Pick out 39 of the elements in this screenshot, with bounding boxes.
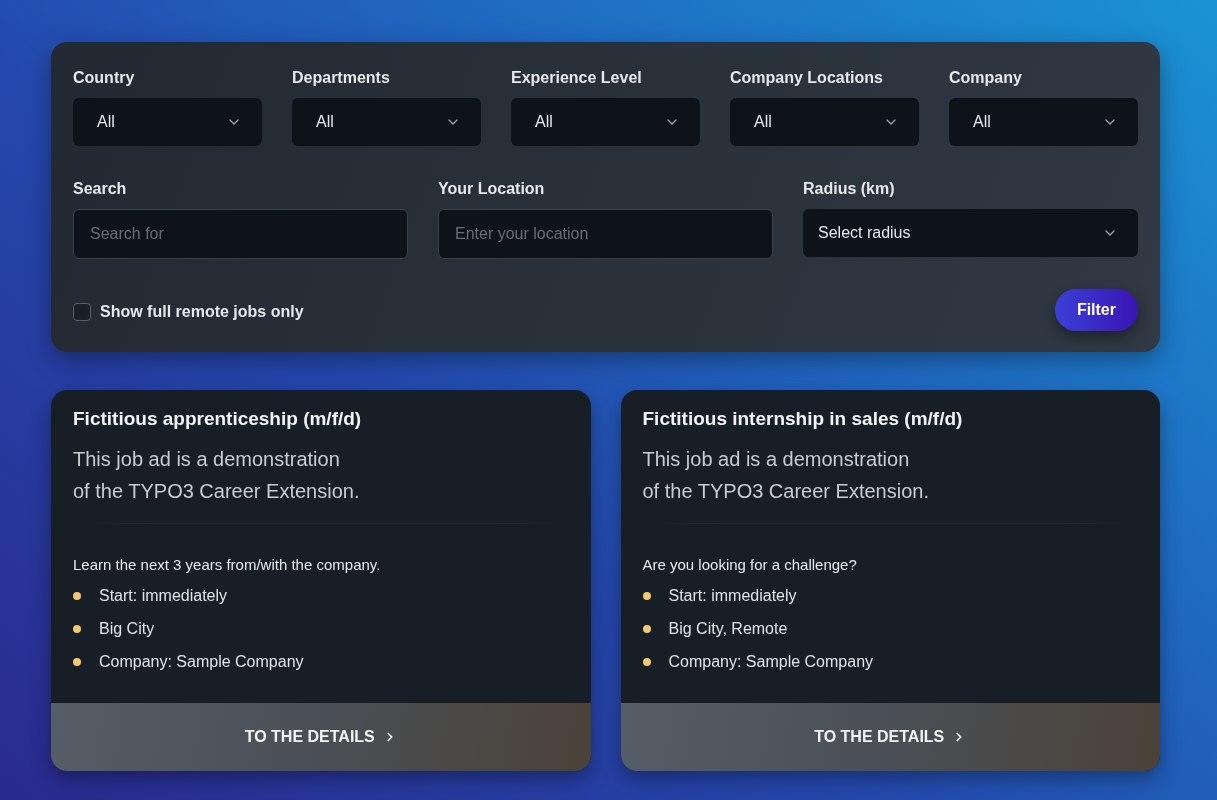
- field-label: Search: [73, 179, 128, 199]
- job-intro: Learn the next 3 years from/with the company.: [73, 555, 382, 575]
- field-label: Company Locations: [730, 68, 884, 88]
- field-label: Departments: [292, 68, 391, 88]
- job-fact: Big City, Remote: [668, 619, 788, 639]
- filter-button[interactable]: Filter: [1054, 289, 1138, 331]
- search-field[interactable]: Search for: [73, 209, 408, 259]
- checkbox-label: Show full remote jobs only: [100, 302, 304, 322]
- checkbox[interactable]: [73, 303, 91, 321]
- job-title: Fictitious apprenticeship (m/f/d): [73, 407, 363, 431]
- select-dropdown[interactable]: All: [511, 98, 700, 146]
- bullet-icon: [642, 592, 651, 600]
- location-field[interactable]: Enter your location: [438, 209, 773, 259]
- select-dropdown[interactable]: All: [949, 98, 1138, 146]
- radius-select[interactable]: Select radius: [803, 209, 1138, 257]
- bullet-icon: [642, 658, 651, 666]
- job-description: This job ad is a demonstration of the TYPO3 Career Extension.: [642, 447, 930, 504]
- field-label: Company: [949, 68, 1023, 88]
- bullet-icon: [73, 592, 81, 600]
- field-label: Your Location: [438, 179, 546, 199]
- job-intro: Are you looking for a challenge?: [642, 555, 858, 575]
- job-title: Fictitious internship in sales (m/f/d): [642, 407, 964, 431]
- bullet-icon: [73, 658, 81, 666]
- bullet-icon: [642, 625, 651, 633]
- field-label: Country: [73, 68, 136, 88]
- bullet-icon: [73, 625, 81, 633]
- job-description: This job ad is a demonstration of the TYPO3 Career Extension.: [73, 447, 361, 504]
- details-link[interactable]: TO THE DETAILS: [51, 703, 591, 771]
- field-label: Experience Level: [511, 68, 643, 88]
- job-fact: Company: Sample Company: [99, 652, 304, 672]
- job-fact: Big City: [99, 619, 155, 639]
- select-dropdown[interactable]: All: [730, 98, 919, 146]
- job-fact: Company: Sample Company: [668, 652, 874, 672]
- details-link[interactable]: TO THE DETAILS: [620, 703, 1160, 771]
- job-fact: Start: immediately: [99, 586, 228, 606]
- select-dropdown[interactable]: All: [292, 98, 481, 146]
- select-dropdown[interactable]: All: [73, 98, 262, 146]
- job-fact: Start: immediately: [668, 586, 797, 606]
- field-label: Radius (km): [803, 179, 896, 199]
